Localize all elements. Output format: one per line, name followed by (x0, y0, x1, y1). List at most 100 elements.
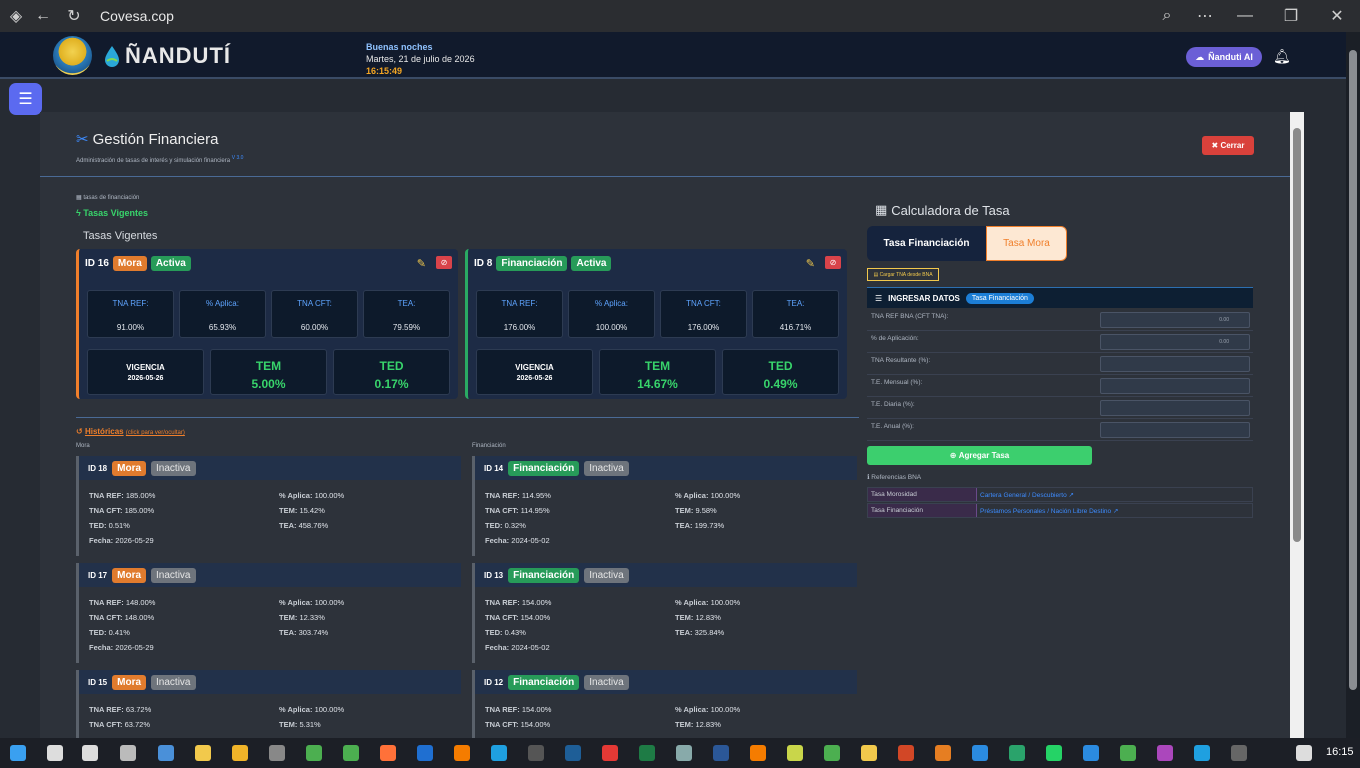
zoom-icon[interactable]: ⌕ (1157, 6, 1177, 26)
whatsapp-icon[interactable] (1046, 745, 1062, 761)
field-label: TNA REF: (89, 491, 124, 500)
app-icon[interactable] (1009, 745, 1025, 761)
control-panel-icon[interactable] (158, 745, 174, 761)
field-label: TNA CFT: (485, 720, 519, 729)
deactivate-icon[interactable]: ⊘ (436, 256, 452, 269)
load-bna-button[interactable]: ▤ Cargar TNA desde BNA (867, 268, 939, 281)
tna-cft-box: TNA CFT: 176.00% (660, 290, 747, 338)
chrome-icon[interactable] (1120, 745, 1136, 761)
window-scrollbar[interactable] (1346, 32, 1360, 738)
tem-row: TEM: 12.83% (675, 613, 721, 622)
field-input[interactable] (1100, 422, 1250, 438)
app-icon[interactable] (750, 745, 766, 761)
rate-id: ID 12 (484, 677, 504, 687)
search-icon[interactable] (47, 745, 63, 761)
app-icon[interactable] (787, 745, 803, 761)
edit-pencil-icon[interactable]: ✎ (806, 257, 815, 270)
app-icon[interactable] (1157, 745, 1173, 761)
tna-ref-row: TNA REF: 185.00% (89, 491, 155, 500)
file-explorer-icon[interactable] (232, 745, 248, 761)
breadcrumb: ▦ tasas de financiación (76, 195, 140, 201)
reference-link[interactable]: Préstamos Personales / Nación Libre Dest… (977, 504, 1252, 517)
field-label: TED: (485, 521, 503, 530)
tem-row: TEM: 15.42% (279, 506, 325, 515)
task-view-icon[interactable] (82, 745, 98, 761)
page-title: ✂ Gestión Financiera (76, 130, 218, 149)
field-label: TEM: (675, 720, 694, 729)
add-rate-button[interactable]: ⊕ Agregar Tasa (867, 446, 1092, 465)
close-button[interactable]: ✖ Cerrar (1202, 136, 1254, 155)
field-input[interactable]: 0.00 (1100, 312, 1250, 328)
field-label: % Aplica: (279, 705, 313, 714)
calculator-icon: ▦ (875, 202, 888, 217)
field-input[interactable]: 0.00 (1100, 334, 1250, 350)
restore-icon[interactable]: ❐ (1281, 6, 1301, 26)
field-input[interactable] (1100, 400, 1250, 416)
close-window-icon[interactable]: ✕ (1327, 6, 1347, 26)
app-icon[interactable] (528, 745, 544, 761)
outlook-icon[interactable] (417, 745, 433, 761)
app-icon[interactable] (343, 745, 359, 761)
field-value: 199.73% (694, 521, 725, 530)
app-icon[interactable] (1083, 745, 1099, 761)
reference-link[interactable]: Cartera General / Descubierto ↗ (977, 488, 1252, 501)
mora-column-label: Mora (76, 443, 90, 449)
field-input[interactable] (1100, 356, 1250, 372)
vigencia-box: VIGENCIA 2026-05-26 (87, 349, 204, 395)
field-label: TED: (89, 628, 107, 637)
app-icon[interactable] (676, 745, 692, 761)
vscode-icon[interactable] (972, 745, 988, 761)
tab-tasa-financiacion[interactable]: Tasa Financiación (867, 226, 986, 261)
firefox-icon[interactable] (380, 745, 396, 761)
tab-tasa-mora[interactable]: Tasa Mora (986, 226, 1067, 261)
back-icon[interactable]: ← (33, 6, 53, 26)
tna-cft-row: TNA CFT: 148.00% (89, 613, 154, 622)
type-badge: Financiación (496, 256, 568, 271)
minimize-icon[interactable]: — (1235, 6, 1255, 26)
app-icon[interactable] (454, 745, 470, 761)
field-label: TNA CFT: (89, 506, 123, 515)
sticky-notes-icon[interactable] (195, 745, 211, 761)
bell-icon[interactable]: 🔔︎ (1273, 48, 1291, 65)
youtube-icon[interactable] (602, 745, 618, 761)
app-icon[interactable] (861, 745, 877, 761)
ai-button[interactable]: ☁ Ñanduti AI (1186, 47, 1262, 67)
field-label: TNA CFT: (89, 613, 123, 622)
menu-toggle-button[interactable]: ☰ (9, 83, 42, 115)
aplica-row: % Aplica: 100.00% (279, 705, 344, 714)
vigencia-label: VIGENCIA (126, 363, 165, 372)
file-manager-icon[interactable] (120, 745, 136, 761)
deactivate-icon[interactable]: ⊘ (825, 256, 841, 269)
windows-start-icon[interactable] (10, 745, 26, 761)
app-icon[interactable] (824, 745, 840, 761)
brand[interactable]: ÑANDUTÍ (103, 43, 231, 69)
calculator-icon[interactable] (269, 745, 285, 761)
field-input[interactable] (1100, 378, 1250, 394)
pen-icon[interactable] (1296, 745, 1312, 761)
app-icon[interactable] (565, 745, 581, 761)
field-value: 148.00% (125, 598, 156, 607)
mode-pill: Tasa Financiación (965, 292, 1034, 304)
edit-pencil-icon[interactable]: ✎ (417, 257, 426, 270)
edge-icon[interactable] (1194, 745, 1210, 761)
historical-rate-card: ID 15 Mora Inactiva TNA REF: 63.72% TNA CFT:… (76, 670, 461, 738)
panel-scrollbar[interactable] (1290, 112, 1304, 738)
company-logo[interactable] (53, 36, 92, 75)
more-menu-icon[interactable]: ⋯ (1195, 6, 1215, 26)
active-rate-card-financiacion: ID 8 Financiación Activa ✎ ⊘ TNA REF: 176… (465, 249, 847, 399)
divider (40, 176, 1290, 177)
word-icon[interactable] (713, 745, 729, 761)
edge-icon[interactable] (491, 745, 507, 761)
status-badge: Inactiva (584, 674, 629, 690)
historicas-toggle[interactable]: ↺ Históricas (click para ver/ocultar) (76, 427, 185, 436)
excel-icon[interactable] (639, 745, 655, 761)
tna-cft-row: TNA CFT: 63.72% (89, 720, 150, 729)
field-value: 100.00% (314, 598, 345, 607)
reload-icon[interactable]: ↻ (64, 6, 84, 26)
powerpoint-icon[interactable] (898, 745, 914, 761)
field-value: 100.00% (710, 598, 741, 607)
url-text[interactable]: Covesa.cop (100, 8, 174, 24)
app-icon[interactable] (306, 745, 322, 761)
app-icon[interactable] (1231, 745, 1247, 761)
app-icon[interactable] (935, 745, 951, 761)
